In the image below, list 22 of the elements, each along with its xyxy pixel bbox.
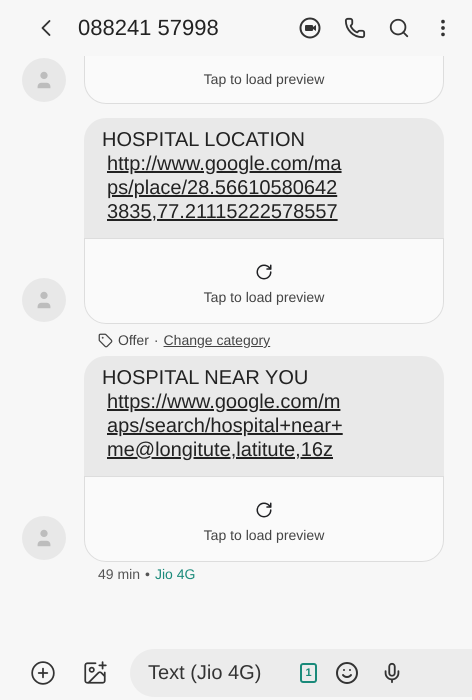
change-category-link[interactable]: Change category <box>164 332 270 348</box>
avatar <box>22 516 66 560</box>
link-preview[interactable]: Tap to load preview <box>84 238 444 324</box>
network-label: Jio 4G <box>154 566 196 582</box>
sim-icon[interactable]: 1 <box>300 663 317 683</box>
category-label: Offer <box>118 332 149 348</box>
message-text: HOSPITAL NEAR YOU <box>102 366 310 390</box>
message-field[interactable]: Text (Jio 4G) 1 <box>130 649 472 697</box>
avatar <box>22 58 66 102</box>
message-time: 49 min <box>98 566 140 582</box>
contact-title: 088241 57998 <box>78 15 220 41</box>
tag-icon <box>98 332 113 348</box>
refresh-icon <box>255 501 273 519</box>
message-link[interactable]: https://www.google.com/maps/search/hospital+near+me@longitute,latitute,16z <box>107 390 343 462</box>
message-text: HOSPITAL LOCATION <box>102 128 306 152</box>
link-preview[interactable]: Tap to load preview <box>84 476 444 562</box>
message-link[interactable]: http://www.google.com/maps/place/28.566105806423835,77.21115222578557 <box>107 152 343 224</box>
refresh-icon <box>255 263 273 281</box>
link-preview[interactable]: Tap to load preview <box>84 56 444 104</box>
separator: · <box>154 332 159 348</box>
separator: • <box>145 566 150 582</box>
avatar <box>22 278 66 322</box>
